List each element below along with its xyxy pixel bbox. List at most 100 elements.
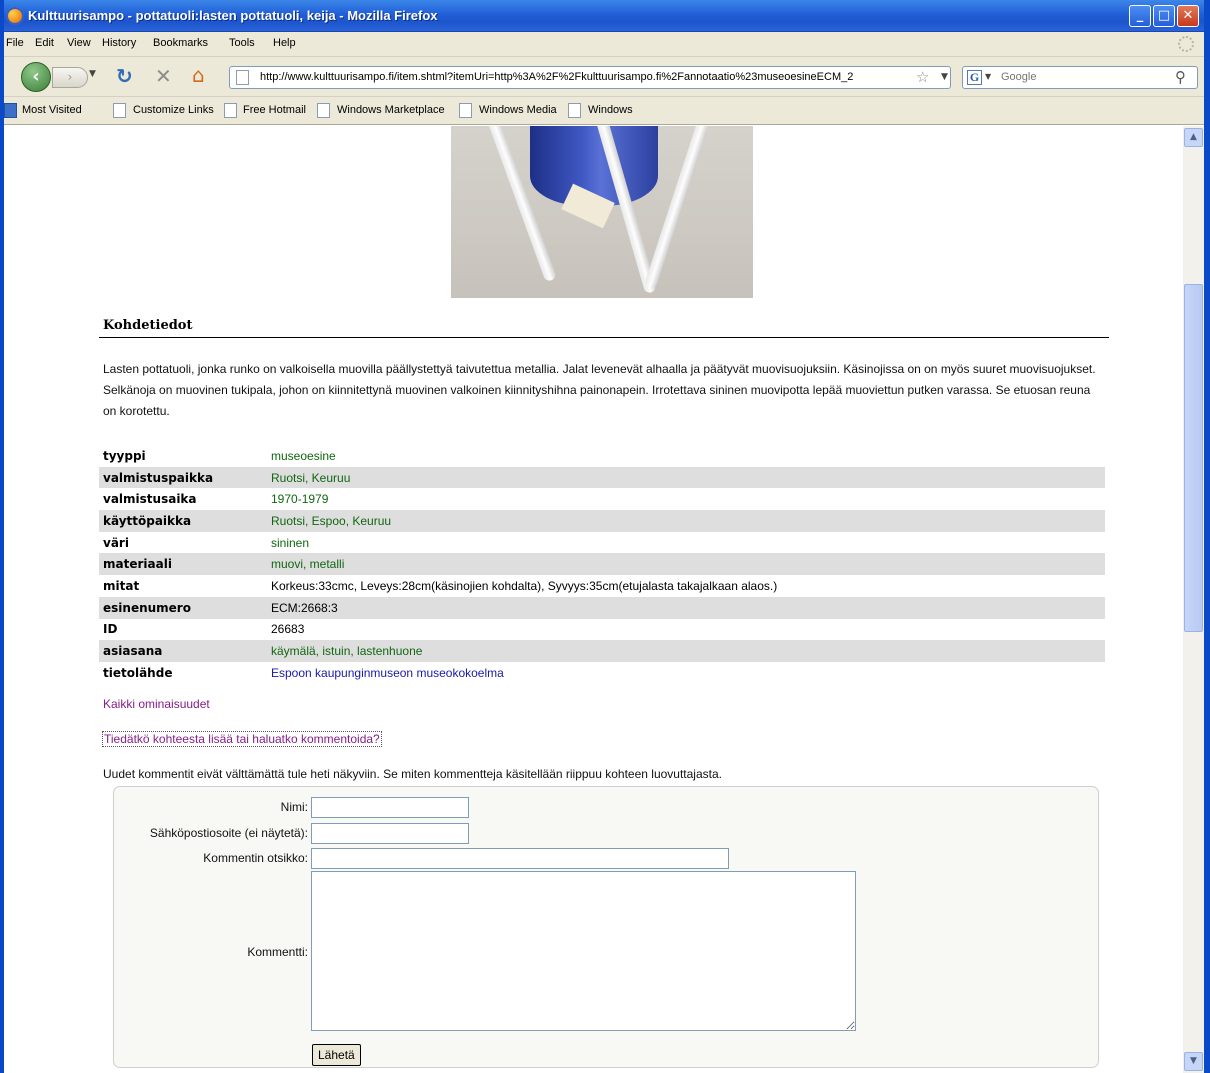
page-icon — [224, 103, 237, 118]
property-value: ECM:2668:3 — [267, 596, 1105, 619]
window-title: Kulttuurisampo - pottatuoli:lasten potta… — [28, 8, 438, 23]
property-value-link[interactable]: 1970-1979 — [267, 488, 1105, 510]
menu-help[interactable]: Help — [273, 37, 296, 49]
scrollbar-thumb[interactable] — [1184, 284, 1203, 632]
bookmark-star-icon[interactable]: ☆ — [916, 68, 929, 86]
name-label: Nimi: — [280, 800, 308, 814]
property-value-link[interactable]: museoesine — [267, 445, 1105, 467]
menu-bar: File Edit View History Bookmarks Tools H… — [0, 32, 1210, 57]
source-link[interactable]: Espoon kaupunginmuseon museokokoelma — [267, 662, 1105, 684]
property-row: tietolähde Espoon kaupunginmuseon museok… — [99, 662, 1105, 684]
scroll-down-icon[interactable]: ▼ — [1184, 1052, 1203, 1071]
page-icon — [568, 103, 581, 118]
property-value-link[interactable]: Ruotsi, Keuruu — [267, 466, 1105, 489]
section-divider — [99, 337, 1109, 338]
page-icon — [317, 103, 330, 118]
properties-table: tyyppi museoesine valmistuspaikka Ruotsi… — [99, 445, 1105, 684]
engine-dropdown-icon[interactable]: ▼ — [985, 72, 991, 81]
property-row: ID 26683 — [99, 619, 1105, 641]
home-icon[interactable]: ⌂ — [192, 63, 205, 87]
property-key: esinenumero — [99, 596, 267, 619]
menu-tools[interactable]: Tools — [229, 37, 255, 49]
property-row: käyttöpaikka Ruotsi, Espoo, Keuruu — [99, 510, 1105, 532]
history-dropdown-icon[interactable]: ▼ — [89, 69, 96, 79]
bookmarks-toolbar: Most Visited Customize Links Free Hotmai… — [0, 97, 1210, 125]
property-key: tyyppi — [103, 448, 146, 463]
property-row: tyyppi museoesine — [99, 445, 1105, 467]
firefox-logo-icon — [6, 7, 24, 25]
back-button[interactable]: ‹ — [21, 62, 51, 92]
window-frame-right — [1204, 0, 1210, 1073]
search-input[interactable] — [1001, 71, 1151, 83]
minimize-button[interactable]: _ — [1129, 5, 1151, 27]
comment-label: Kommentti: — [247, 945, 308, 959]
bookmark-windows[interactable]: Windows — [588, 104, 633, 116]
site-identity-icon[interactable] — [236, 70, 249, 85]
menu-history[interactable]: History — [102, 37, 136, 49]
comment-textarea[interactable] — [311, 871, 856, 1031]
name-field[interactable] — [311, 797, 469, 818]
property-row: valmistuspaikka Ruotsi, Keuruu — [99, 466, 1105, 489]
comment-toggle-link[interactable]: Tiedätkö kohteesta lisää tai haluatko ko… — [102, 731, 382, 747]
email-label: Sähköpostiosoite (ei näytetä): — [149, 826, 308, 840]
property-value-link[interactable]: sininen — [267, 532, 1105, 554]
vertical-scrollbar[interactable]: ▲ ▼ — [1183, 126, 1204, 1073]
property-row: valmistusaika 1970-1979 — [99, 488, 1105, 510]
property-key: valmistusaika — [103, 492, 197, 507]
most-visited-icon — [4, 103, 17, 118]
bookmark-most-visited[interactable]: Most Visited — [22, 104, 82, 116]
menu-view[interactable]: View — [67, 37, 91, 49]
window-frame-left — [0, 0, 4, 1073]
subject-label: Kommentin otsikko: — [203, 851, 308, 865]
subject-field[interactable] — [311, 848, 729, 869]
search-icon[interactable]: ⚲ — [1175, 68, 1186, 86]
forward-button[interactable]: › — [52, 67, 88, 88]
address-bar[interactable]: http://www.kulttuurisampo.fi/item.shtml?… — [229, 66, 951, 89]
property-key: väri — [103, 535, 129, 550]
property-key: ID — [103, 622, 118, 637]
property-key: materiaali — [99, 553, 267, 576]
property-key: tietolähde — [103, 665, 173, 680]
scroll-up-icon[interactable]: ▲ — [1184, 128, 1203, 147]
property-value-link[interactable]: muovi, metalli — [267, 553, 1105, 576]
page-icon — [113, 103, 126, 118]
all-properties-link[interactable]: Kaikki ominaisuudet — [103, 697, 210, 711]
comment-form: Nimi: Sähköpostiosoite (ei näytetä): Kom… — [113, 786, 1099, 1068]
bookmark-windows-media[interactable]: Windows Media — [479, 104, 557, 116]
url-dropdown-icon[interactable]: ▼ — [941, 72, 948, 82]
bookmark-free-hotmail[interactable]: Free Hotmail — [243, 104, 306, 116]
property-row: materiaali muovi, metalli — [99, 553, 1105, 576]
section-title: Kohdetiedot — [103, 318, 193, 333]
window-titlebar: Kulttuurisampo - pottatuoli:lasten potta… — [0, 0, 1210, 32]
url-text[interactable]: http://www.kulttuurisampo.fi/item.shtml?… — [260, 71, 908, 83]
menu-edit[interactable]: Edit — [35, 37, 54, 49]
menu-file[interactable]: File — [6, 37, 24, 49]
property-row: väri sininen — [99, 532, 1105, 554]
bookmark-windows-marketplace[interactable]: Windows Marketplace — [337, 104, 445, 116]
throbber-icon — [1178, 36, 1194, 52]
item-description: Lasten pottatuoli, jonka runko on valkoi… — [103, 362, 1096, 418]
stop-icon[interactable]: ✕ — [155, 64, 172, 88]
maximize-button[interactable]: □ — [1153, 5, 1175, 27]
property-key: valmistuspaikka — [99, 466, 267, 489]
submit-button[interactable]: Lähetä — [312, 1044, 361, 1066]
page-icon — [459, 103, 472, 118]
property-row: mitat Korkeus:33cmc, Leveys:28cm(käsinoj… — [99, 575, 1105, 597]
comment-note: Uudet kommentit eivät välttämättä tule h… — [103, 767, 722, 781]
search-bar[interactable]: G ▼ ⚲ — [962, 66, 1198, 89]
menu-bookmarks[interactable]: Bookmarks — [153, 37, 208, 49]
navigation-toolbar: ‹ › ▼ ↻ ✕ ⌂ http://www.kulttuurisampo.fi… — [0, 57, 1210, 97]
property-value: Korkeus:33cmc, Leveys:28cm(käsinojien ko… — [271, 578, 778, 593]
property-value-link[interactable]: käymälä, istuin, lastenhuone — [267, 640, 1105, 662]
property-key: mitat — [103, 578, 140, 593]
bookmark-customize-links[interactable]: Customize Links — [133, 104, 214, 116]
property-row: asiasana käymälä, istuin, lastenhuone — [99, 640, 1105, 662]
reload-icon[interactable]: ↻ — [116, 64, 133, 88]
close-window-button[interactable]: ✕ — [1177, 5, 1199, 27]
google-engine-icon[interactable]: G — [967, 70, 982, 85]
item-photo — [451, 126, 753, 298]
property-value-link[interactable]: Ruotsi, Espoo, Keuruu — [267, 510, 1105, 532]
page-viewport: Kohdetiedot Lasten pottatuoli, jonka run… — [4, 126, 1182, 1073]
email-field[interactable] — [311, 823, 469, 844]
property-row: esinenumero ECM:2668:3 — [99, 596, 1105, 619]
